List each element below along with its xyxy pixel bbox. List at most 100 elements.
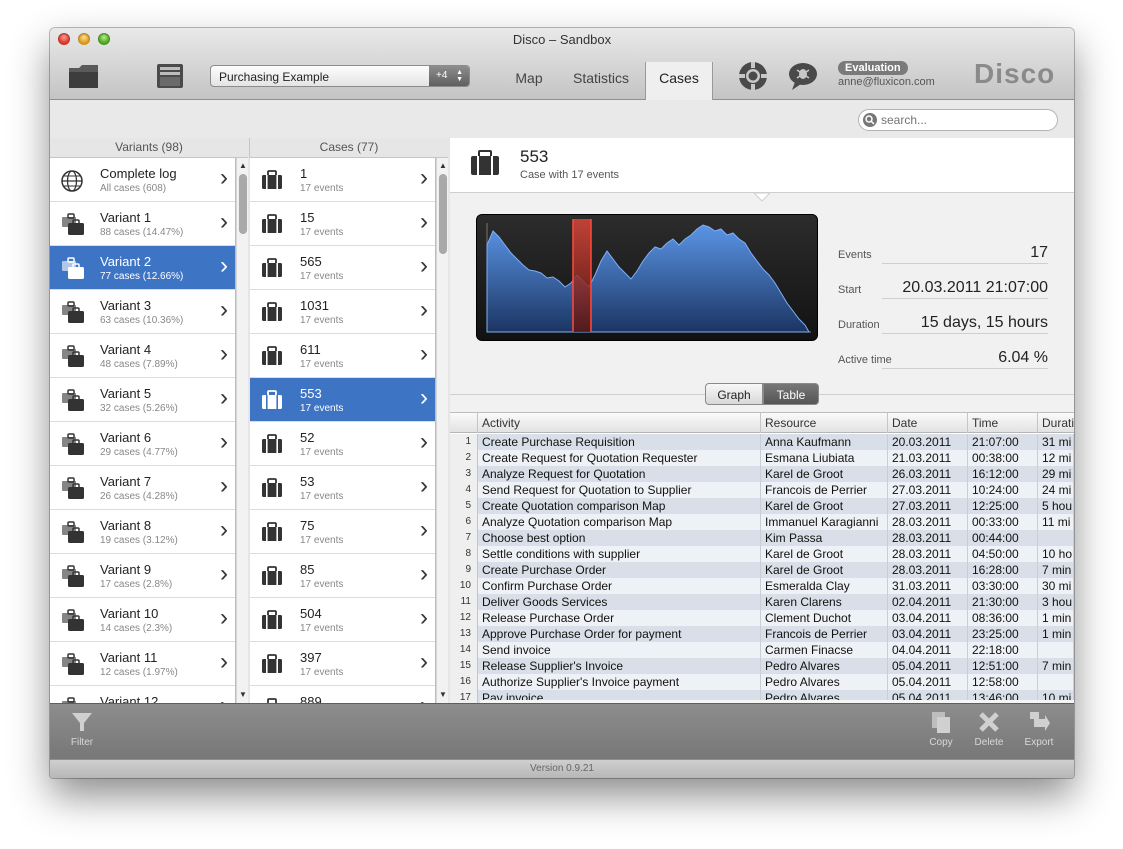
cases-scroll-thumb[interactable] [439,174,447,254]
variant-list-item[interactable]: Variant 12 › [50,686,235,703]
variant-item-title: Variant 8 [100,518,152,533]
variant-list-item[interactable]: Variant 2 77 cases (12.66%) › [50,246,235,290]
table-row[interactable]: 6 Analyze Quotation comparison Map Immanue… [450,514,1074,530]
column-header-duration[interactable]: Durati [1038,413,1074,433]
case-list-item[interactable]: 553 17 events › [250,378,435,422]
stacked-briefcases-icon [60,301,86,330]
date-cell: 03.04.2011 [888,626,968,642]
case-list-item[interactable]: 75 17 events › [250,510,435,554]
chevron-right-icon: › [420,428,428,455]
case-list-item[interactable]: 611 17 events › [250,334,435,378]
case-list-item[interactable]: 15 17 events › [250,202,435,246]
scroll-up-arrow-icon[interactable]: ▲ [239,161,247,170]
table-row[interactable]: 9 Create Purchase Order Karel de Groot 28.0… [450,562,1074,578]
table-row[interactable]: 2 Create Request for Quotation Requester E… [450,450,1074,466]
column-header-activity[interactable]: Activity [478,413,761,433]
time-cell: 21:30:00 [968,594,1038,610]
date-cell: 31.03.2011 [888,578,968,594]
case-item-title: 75 [300,518,315,533]
table-row[interactable]: 4 Send Request for Quotation to Supplier F… [450,482,1074,498]
column-header-resource[interactable]: Resource [761,413,888,433]
copy-button[interactable]: Copy [918,710,964,748]
scroll-down-arrow-icon[interactable]: ▼ [439,690,447,699]
table-row[interactable]: 16 Authorize Supplier's Invoice payment Pe… [450,674,1074,690]
dataset-selector[interactable]: Purchasing Example +4 ▲ ▼ [210,65,470,87]
updown-chevron-icon: ▲ ▼ [456,69,463,83]
table-row[interactable]: 11 Deliver Goods Services Karen Clarens 02.… [450,594,1074,610]
case-item-subtitle: 17 events [300,271,344,282]
variant-list-item[interactable]: Variant 9 17 cases (2.8%) › [50,554,235,598]
date-cell: 28.03.2011 [888,562,968,578]
search-field[interactable] [858,109,1058,131]
activity-cell: Analyze Quotation comparison Map [478,514,761,530]
table-row[interactable]: 14 Send invoice Carmen Finacse 04.04.2011 22… [450,642,1074,658]
case-list-item[interactable]: 889 › [250,686,435,703]
tab-cases[interactable]: Cases [645,62,713,102]
brand-logo: Disco [974,58,1056,89]
stacked-briefcases-icon [60,433,86,462]
resource-cell: Francois de Perrier [761,482,888,498]
column-header-date[interactable]: Date [888,413,968,433]
variant-list-item[interactable]: Variant 10 14 cases (2.3%) › [50,598,235,642]
funnel-icon [72,713,92,731]
case-list-item[interactable]: 1031 17 events › [250,290,435,334]
case-detail-panel: 553 Case with 17 events Events 17 Start … [450,138,1074,703]
case-list-item[interactable]: 397 17 events › [250,642,435,686]
variant-list-item[interactable]: Variant 7 26 cases (4.28%) › [50,466,235,510]
briefcase-icon [260,345,284,372]
tab-map[interactable]: Map [500,62,558,100]
case-list-item[interactable]: 52 17 events › [250,422,435,466]
case-list-item[interactable]: 53 17 events › [250,466,435,510]
stacked-briefcases-icon [60,609,86,638]
variant-list-item[interactable]: Complete log All cases (608) › [50,158,235,202]
variant-list-item[interactable]: Variant 4 48 cases (7.89%) › [50,334,235,378]
case-list-item[interactable]: 1 17 events › [250,158,435,202]
variant-item-title: Variant 9 [100,562,152,577]
variant-list-item[interactable]: Variant 5 32 cases (5.26%) › [50,378,235,422]
table-row[interactable]: 12 Release Purchase Order Clement Duchot 03… [450,610,1074,626]
date-cell: 28.03.2011 [888,530,968,546]
table-row[interactable]: 8 Settle conditions with supplier Karel de… [450,546,1074,562]
variants-scroll-thumb[interactable] [239,174,247,234]
table-row[interactable]: 15 Release Supplier's Invoice Pedro Alvare… [450,658,1074,674]
search-input[interactable] [881,112,1051,128]
duration-cell: 31 mi [1038,434,1074,450]
scroll-up-arrow-icon[interactable]: ▲ [439,161,447,170]
activity-cell: Release Supplier's Invoice [478,658,761,674]
filter-button[interactable]: Filter [59,710,105,748]
delete-button[interactable]: Delete [966,710,1012,748]
variant-list-item[interactable]: Variant 11 12 cases (1.97%) › [50,642,235,686]
export-button[interactable]: Export [1016,710,1062,748]
bug-report-icon[interactable] [787,60,819,92]
duration-cell [1038,642,1074,658]
variant-list-item[interactable]: Variant 3 63 cases (10.36%) › [50,290,235,334]
activity-cell: Authorize Supplier's Invoice payment [478,674,761,690]
variant-list-item[interactable]: Variant 1 88 cases (14.47%) › [50,202,235,246]
variant-list-item[interactable]: Variant 8 19 cases (3.12%) › [50,510,235,554]
variant-item-subtitle: 17 cases (2.8%) [100,579,173,590]
case-list-item[interactable]: 504 17 events › [250,598,435,642]
case-list-item[interactable]: 85 17 events › [250,554,435,598]
project-list-icon[interactable] [156,62,184,90]
variants-scrollbar[interactable]: ▲ ▼ [236,158,248,703]
variant-item-title: Variant 5 [100,386,152,401]
column-header-time[interactable]: Time [968,413,1038,433]
open-folder-icon[interactable] [68,62,100,90]
help-lifebuoy-icon[interactable] [737,60,769,92]
table-view-button[interactable]: Table [763,383,819,405]
case-list-item[interactable]: 565 17 events › [250,246,435,290]
tab-statistics[interactable]: Statistics [564,62,638,100]
table-row[interactable]: 1 Create Purchase Requisition Anna Kaufman… [450,434,1074,450]
stat-divider [882,298,1048,299]
scroll-down-arrow-icon[interactable]: ▼ [239,690,247,699]
table-row[interactable]: 13 Approve Purchase Order for payment Fran… [450,626,1074,642]
cases-scrollbar[interactable]: ▲ ▼ [436,158,448,703]
row-number-column-header[interactable] [450,413,478,433]
case-detail-header: 553 Case with 17 events [450,138,1074,193]
table-row[interactable]: 7 Choose best option Kim Passa 28.03.2011 00… [450,530,1074,546]
variant-list-item[interactable]: Variant 6 29 cases (4.77%) › [50,422,235,466]
table-row[interactable]: 5 Create Quotation comparison Map Karel de… [450,498,1074,514]
table-row[interactable]: 10 Confirm Purchase Order Esmeralda Clay 31… [450,578,1074,594]
graph-view-button[interactable]: Graph [705,383,763,405]
table-row[interactable]: 3 Analyze Request for Quotation Karel de G… [450,466,1074,482]
